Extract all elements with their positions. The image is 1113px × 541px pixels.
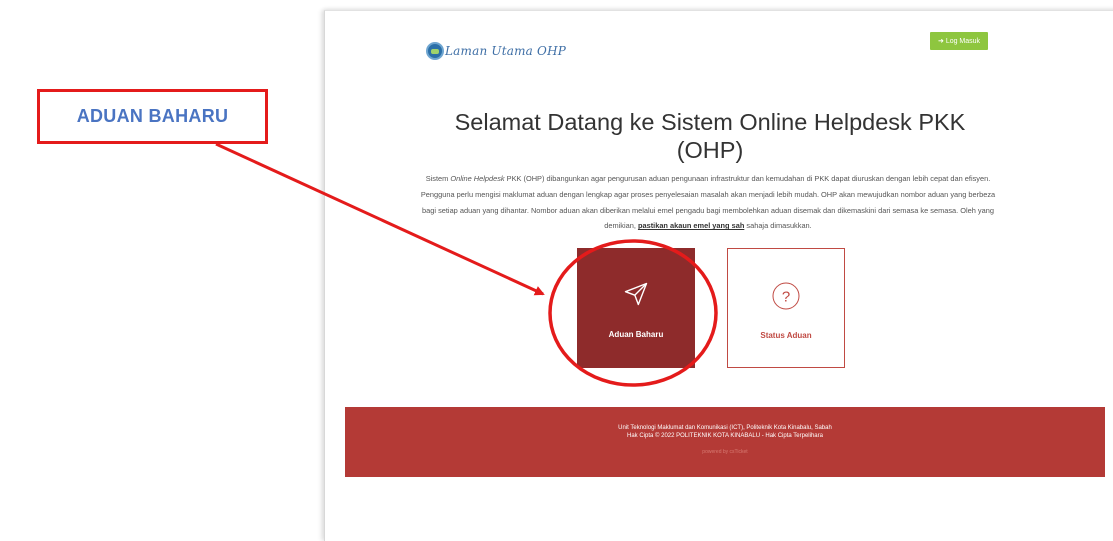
callout-arrow xyxy=(215,142,545,296)
highlight-circle xyxy=(548,239,718,387)
annotation-overlay xyxy=(215,142,718,387)
